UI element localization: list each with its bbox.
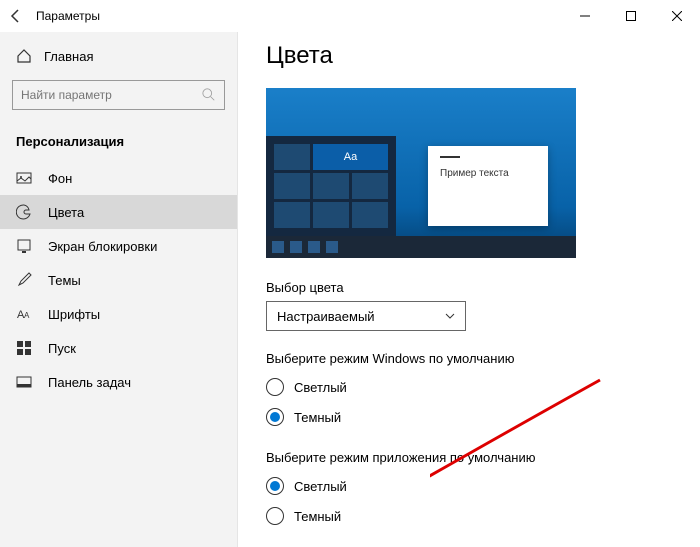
picture-icon [16, 170, 32, 186]
home-link[interactable]: Главная [0, 40, 237, 72]
brush-icon [16, 272, 32, 288]
windows-mode-label: Выберите режим Windows по умолчанию [266, 351, 700, 366]
radio-icon [266, 408, 284, 426]
dropdown-value: Настраиваемый [277, 309, 375, 324]
sidebar-item-label: Шрифты [48, 307, 100, 322]
lockscreen-icon [16, 238, 32, 254]
home-icon [16, 48, 32, 64]
maximize-icon [626, 11, 636, 21]
svg-text:A: A [24, 311, 30, 320]
palette-icon [16, 204, 32, 220]
sidebar-item-label: Панель задач [48, 375, 131, 390]
preview-taskbar [266, 236, 576, 258]
sidebar-item-fonts[interactable]: AA Шрифты [0, 297, 237, 331]
color-choice-dropdown[interactable]: Настраиваемый [266, 301, 466, 331]
sidebar-item-themes[interactable]: Темы [0, 263, 237, 297]
radio-label: Светлый [294, 380, 347, 395]
color-choice-label: Выбор цвета [266, 280, 700, 295]
font-icon: AA [16, 306, 32, 322]
windows-mode-dark-radio[interactable]: Темный [266, 402, 700, 432]
search-icon [202, 88, 216, 102]
sidebar-item-background[interactable]: Фон [0, 161, 237, 195]
close-button[interactable] [654, 0, 700, 32]
home-label: Главная [44, 49, 93, 64]
radio-icon [266, 477, 284, 495]
app-mode-light-radio[interactable]: Светлый [266, 471, 700, 501]
window-title: Параметры [36, 9, 100, 23]
radio-icon [266, 507, 284, 525]
search-input[interactable] [12, 80, 225, 110]
close-icon [672, 11, 682, 21]
sidebar-item-lockscreen[interactable]: Экран блокировки [0, 229, 237, 263]
page-title: Цвета [266, 42, 700, 70]
preview-tile-aa: Aa [313, 144, 388, 170]
main-content: Цвета Aa Пример текста Выбор цвета Настр… [238, 32, 700, 547]
app-mode-dark-radio[interactable]: Темный [266, 501, 700, 531]
back-button[interactable] [8, 8, 24, 24]
sidebar-item-label: Цвета [48, 205, 84, 220]
minimize-icon [580, 11, 590, 21]
radio-label: Темный [294, 509, 341, 524]
start-icon [16, 340, 32, 356]
app-mode-label: Выберите режим приложения по умолчанию [266, 450, 700, 465]
sidebar-item-label: Фон [48, 171, 72, 186]
sidebar-item-label: Темы [48, 273, 81, 288]
color-preview: Aa Пример текста [266, 88, 576, 258]
minimize-button[interactable] [562, 0, 608, 32]
windows-mode-light-radio[interactable]: Светлый [266, 372, 700, 402]
radio-icon [266, 378, 284, 396]
preview-sample-text: Пример текста [440, 168, 536, 179]
arrow-left-icon [8, 8, 24, 24]
sidebar-item-colors[interactable]: Цвета [0, 195, 237, 229]
sidebar-item-taskbar[interactable]: Панель задач [0, 365, 237, 399]
taskbar-icon [16, 374, 32, 390]
preview-window: Пример текста [428, 146, 548, 226]
radio-label: Темный [294, 410, 341, 425]
search-field[interactable] [21, 88, 202, 102]
radio-label: Светлый [294, 479, 347, 494]
sidebar: Главная Персонализация Фон Цвета Экран б… [0, 32, 238, 547]
sidebar-item-label: Пуск [48, 341, 76, 356]
sidebar-item-label: Экран блокировки [48, 239, 157, 254]
chevron-down-icon [445, 311, 455, 321]
sidebar-item-start[interactable]: Пуск [0, 331, 237, 365]
maximize-button[interactable] [608, 0, 654, 32]
preview-start-menu: Aa [266, 136, 396, 236]
section-header: Персонализация [0, 126, 237, 161]
